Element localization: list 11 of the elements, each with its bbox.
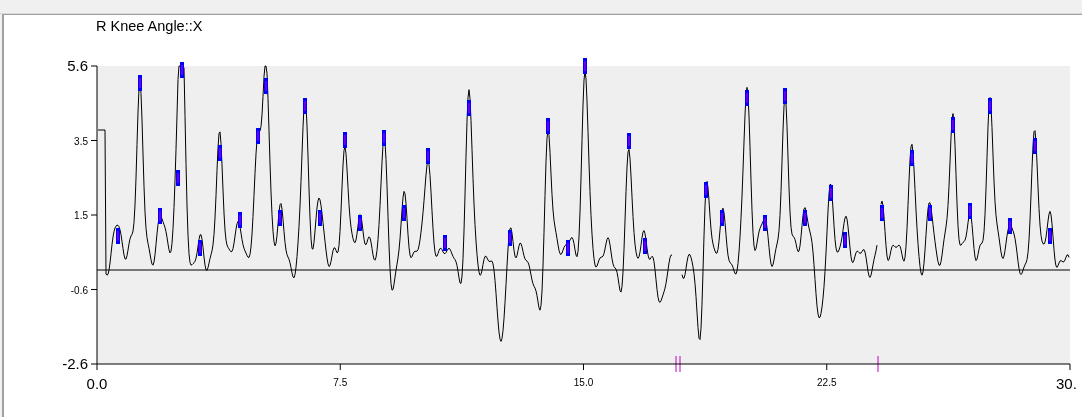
x-tick-label: 7.5 — [333, 377, 348, 388]
y-tick-label: 3.5 — [74, 135, 88, 147]
y-tick-label: -0.6 — [70, 284, 88, 296]
x-tick-label: 30. — [1056, 375, 1077, 392]
x-tick-label: 0.0 — [86, 375, 108, 392]
chart-title: R Knee Angle::X — [96, 18, 203, 34]
x-tick-label: 15.0 — [573, 377, 594, 388]
x-tick-label: 22.5 — [817, 377, 837, 388]
y-tick-label: 1.5 — [74, 210, 88, 221]
y-tick-label: -2.6 — [62, 355, 88, 372]
y-tick-label: 5.6 — [67, 57, 88, 74]
